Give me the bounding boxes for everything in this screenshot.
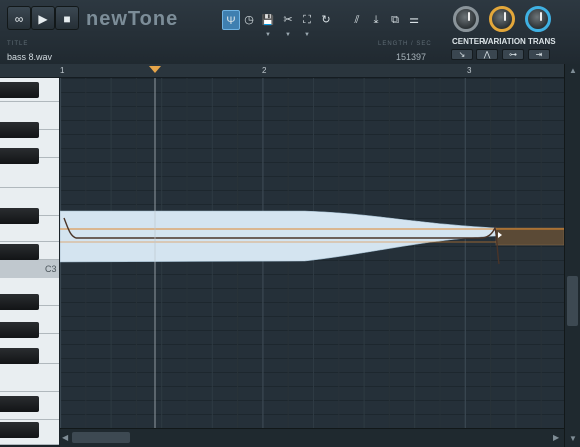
- slice-icon: ⫽: [354, 14, 360, 26]
- center-knob[interactable]: [453, 6, 479, 32]
- scroll-down-icon[interactable]: ▼: [569, 434, 577, 443]
- trans-link-button[interactable]: ⊶: [502, 49, 524, 60]
- length-label: LENGTH / SEC: [378, 41, 432, 47]
- vertical-scrollbar[interactable]: ▲ ▼: [564, 64, 580, 447]
- export-button[interactable]: ⤓: [367, 10, 385, 30]
- piano-black-key[interactable]: [0, 148, 39, 164]
- bar-number: 2: [262, 66, 267, 75]
- clock-icon: ◷: [244, 14, 254, 26]
- playhead-marker[interactable]: [149, 66, 161, 73]
- stop-icon: ■: [63, 12, 71, 26]
- piano-black-key[interactable]: [0, 294, 39, 310]
- pitch-tool-button[interactable]: Ψ: [222, 10, 240, 30]
- piano-black-key[interactable]: [0, 208, 39, 224]
- piano-white-key[interactable]: [0, 364, 59, 392]
- scissors-icon: ✂: [283, 14, 293, 26]
- scroll-left-icon[interactable]: ◀: [62, 433, 68, 442]
- select-icon: ⛶: [303, 14, 311, 26]
- shape-icon: ⋀: [483, 50, 491, 59]
- trans-label: TRANS: [528, 37, 556, 46]
- redo-icon: ↻: [321, 14, 331, 26]
- bar-number: 3: [467, 66, 472, 75]
- stop-button[interactable]: ■: [55, 6, 79, 30]
- paste-icon: ⧉: [391, 14, 399, 26]
- piano-black-key[interactable]: [0, 422, 39, 438]
- bar-number: 1: [60, 66, 65, 75]
- note-grid[interactable]: [60, 78, 564, 428]
- save-button[interactable]: 💾 ▼: [259, 10, 277, 38]
- variation-knob[interactable]: [489, 6, 515, 32]
- chevron-down-icon: ▼: [265, 32, 271, 38]
- curve-icon: ↘: [458, 50, 466, 59]
- piano-keyboard[interactable]: C3: [0, 78, 59, 445]
- center-mode-button[interactable]: ↘: [451, 49, 473, 60]
- chevron-down-icon: ▼: [304, 32, 310, 38]
- piano-black-key[interactable]: [0, 122, 39, 138]
- trans-knob[interactable]: [525, 6, 551, 32]
- play-icon: ▶: [38, 12, 48, 26]
- piano-black-key[interactable]: [0, 348, 39, 364]
- top-panel: ∞ ▶ ■ newTone TITLE bass 8.wav LENGTH / …: [0, 0, 580, 64]
- vertical-scroll-thumb[interactable]: [567, 276, 578, 326]
- piano-black-key[interactable]: [0, 322, 39, 338]
- loop-button[interactable]: ∞: [7, 6, 31, 30]
- loop-icon: ∞: [14, 12, 24, 26]
- piano-black-key[interactable]: [0, 82, 39, 98]
- title-label: TITLE: [7, 41, 29, 47]
- save-icon: 💾: [261, 15, 275, 26]
- snap-icon: ⇥: [535, 50, 543, 59]
- piano-black-key[interactable]: [0, 396, 39, 412]
- trans-snap-button[interactable]: ⇥: [528, 49, 550, 60]
- slice-tool-button[interactable]: ⫽: [348, 10, 366, 30]
- next-note-block[interactable]: [495, 227, 564, 246]
- time-tool-button[interactable]: ◷: [240, 10, 258, 30]
- app-logo: newTone: [86, 8, 179, 30]
- variation-mode-button[interactable]: ⋀: [476, 49, 498, 60]
- export-icon: ⤓: [373, 14, 379, 26]
- knob-indicator: [468, 12, 470, 21]
- c3-label: C3: [45, 264, 57, 274]
- scroll-right-icon[interactable]: ▶: [553, 433, 559, 442]
- piano-black-key[interactable]: [0, 244, 39, 260]
- horizontal-scroll-thumb[interactable]: [72, 432, 130, 443]
- link-icon: ⊶: [509, 50, 517, 59]
- paste-button[interactable]: ⧉: [386, 10, 404, 30]
- horizontal-scrollbar[interactable]: ◀ ▶: [60, 428, 564, 447]
- settings-button[interactable]: ⚌: [405, 10, 423, 30]
- variation-label: VARIATION: [483, 37, 526, 46]
- knob-indicator: [504, 12, 506, 21]
- play-button[interactable]: ▶: [31, 6, 55, 30]
- settings-icon: ⚌: [409, 14, 419, 26]
- scroll-up-icon[interactable]: ▲: [569, 66, 577, 75]
- redo-button[interactable]: ↻: [317, 10, 335, 30]
- chevron-down-icon: ▼: [285, 32, 291, 38]
- select-tool-button[interactable]: ⛶ ▼: [298, 10, 316, 38]
- timeline-ruler[interactable]: 1 2 3: [0, 64, 580, 78]
- knob-indicator: [540, 12, 542, 21]
- center-label: CENTER: [452, 37, 485, 46]
- note-grid-canvas[interactable]: [60, 78, 564, 428]
- title-value[interactable]: bass 8.wav: [7, 52, 52, 62]
- tuning-fork-icon: Ψ: [226, 15, 236, 27]
- cut-tool-button[interactable]: ✂ ▼: [279, 10, 297, 38]
- length-value: 151397: [396, 52, 427, 62]
